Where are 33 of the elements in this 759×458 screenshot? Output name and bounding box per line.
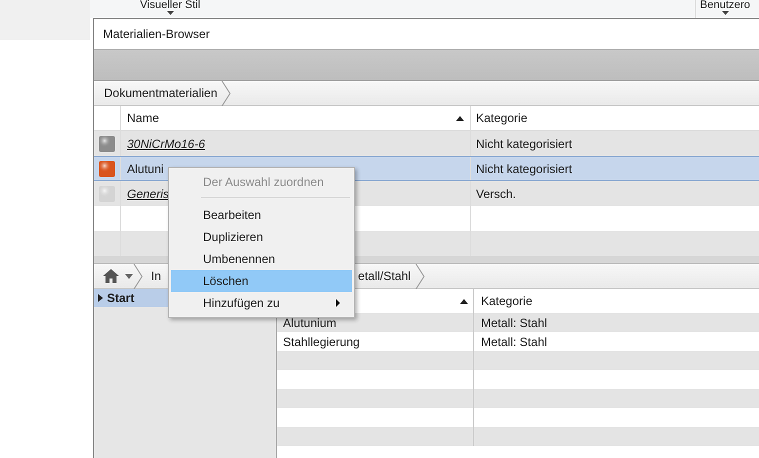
- table-cell: Stahllegierung: [283, 334, 360, 348]
- column-header[interactable]: Name: [127, 111, 456, 125]
- column-header[interactable]: Kategorie: [474, 294, 532, 308]
- table-cell-text: Versch.: [475, 186, 518, 200]
- material-name: Alutuni: [127, 162, 164, 176]
- menu-item[interactable]: Duplizieren: [171, 226, 352, 248]
- material-name: Generis: [127, 186, 170, 200]
- dropdown-caret-icon[interactable]: [125, 274, 133, 278]
- breadcrumb-separator-icon: [133, 264, 143, 288]
- caret-icon: [722, 11, 729, 15]
- breadcrumb-separator-icon: [414, 264, 425, 288]
- home-icon[interactable]: [103, 269, 119, 283]
- table-cell-text: Metall: Stahl: [480, 334, 548, 348]
- breadcrumb-item[interactable]: Dokumentmaterialien: [94, 86, 222, 100]
- table-row[interactable]: 30NiCrMo16-6 Nicht kategorisiert: [94, 131, 759, 156]
- ribbon-label[interactable]: Visueller Stil: [140, 0, 200, 11]
- expand-arrow-icon: [98, 294, 103, 302]
- table-cell-text: Metall: Stahl: [480, 316, 548, 330]
- table-cell: Alutunium: [283, 316, 336, 330]
- menu-item[interactable]: Hinzufügen zu: [171, 292, 352, 314]
- menu-item[interactable]: Löschen: [171, 270, 352, 292]
- menu-item[interactable]: Umbenennen: [171, 248, 352, 270]
- caret-icon: [166, 11, 174, 15]
- sort-ascending-icon: [456, 116, 464, 120]
- table-cell-text: Nicht kategorisiert: [475, 136, 574, 150]
- breadcrumb-item[interactable]: In: [143, 269, 166, 283]
- menu-item[interactable]: Bearbeiten: [171, 204, 352, 226]
- table-cell-text: Nicht kategorisiert: [475, 162, 574, 176]
- column-header[interactable]: Kategorie: [471, 111, 759, 125]
- material-name: 30NiCrMo16-6: [127, 136, 206, 150]
- ribbon-label[interactable]: Benutzero: [700, 0, 750, 11]
- breadcrumb-separator-icon: [221, 80, 232, 106]
- sort-ascending-icon: [460, 298, 468, 304]
